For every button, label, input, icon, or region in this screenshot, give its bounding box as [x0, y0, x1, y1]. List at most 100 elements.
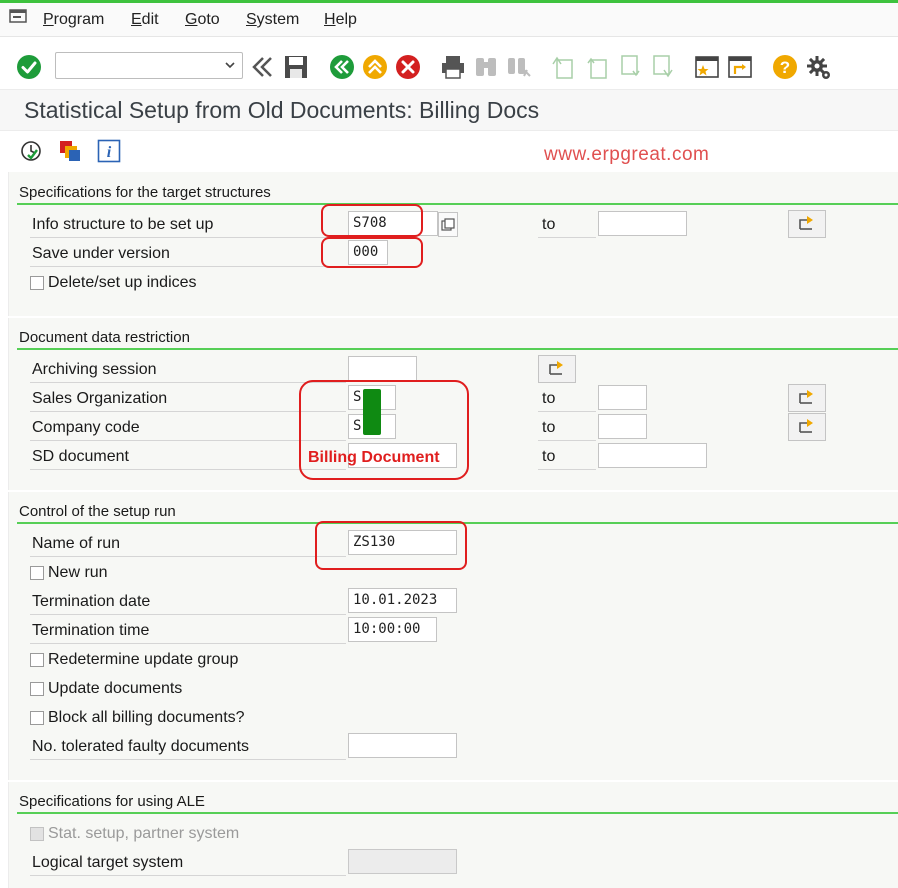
command-field[interactable]: [55, 52, 243, 79]
group-ale-divider: [17, 812, 898, 814]
copy-icon[interactable]: [438, 212, 458, 237]
menu-window-icon[interactable]: [9, 9, 27, 23]
svg-text:?: ?: [780, 58, 790, 77]
partner-system-checkbox: [30, 827, 44, 841]
termination-date-label: Termination date: [32, 593, 151, 610]
termination-time-input[interactable]: 10:00:00: [348, 617, 437, 642]
next-page-icon: [618, 54, 642, 80]
billing-document-annotation: Billing Document: [308, 449, 440, 466]
label-underline: [538, 237, 596, 238]
info-structure-to-input[interactable]: [598, 211, 687, 236]
previous-page-icon: [585, 54, 609, 80]
print-icon[interactable]: [440, 54, 466, 80]
sales-org-to-input[interactable]: [598, 385, 647, 410]
find-next-icon: [505, 54, 531, 80]
sales-org-to-label: to: [542, 390, 556, 407]
svg-text:i: i: [107, 144, 112, 161]
watermark-text: www.erpgreat.com: [544, 144, 710, 165]
title-bar: Statistical Setup from Old Documents: Bi…: [0, 89, 898, 131]
version-label: Save under version: [32, 245, 170, 262]
redetermine-checkbox[interactable]: [30, 653, 44, 667]
page-title: Statistical Setup from Old Documents: Bi…: [24, 97, 540, 123]
highlight-info-structure: [321, 204, 423, 237]
group-target-title: Specifications for the target structures: [19, 184, 271, 201]
group-control-title: Control of the setup run: [19, 503, 176, 520]
label-underline: [30, 382, 346, 383]
logical-target-input: [348, 849, 457, 874]
update-documents-checkbox[interactable]: [30, 682, 44, 696]
create-session-icon[interactable]: [694, 54, 720, 80]
new-run-checkbox[interactable]: [30, 566, 44, 580]
multiple-selection-icon: [797, 213, 817, 236]
double-chevron-left-icon[interactable]: [251, 55, 275, 79]
sd-document-to-input[interactable]: [598, 443, 707, 468]
company-code-to-label: to: [542, 419, 556, 436]
find-icon: [473, 54, 499, 80]
execute-icon[interactable]: [19, 139, 43, 163]
label-underline: [30, 759, 346, 760]
sd-document-to-label: to: [542, 448, 556, 465]
shortcut-icon[interactable]: [727, 54, 753, 80]
highlight-version: [321, 237, 423, 268]
multiple-selection-icon: [547, 358, 567, 381]
info-icon[interactable]: i: [97, 139, 121, 163]
menu-edit[interactable]: Edit: [131, 11, 159, 29]
partner-system-label: Stat. setup, partner system: [48, 825, 240, 842]
menu-help[interactable]: Help: [324, 11, 357, 29]
label-underline: [30, 266, 346, 267]
variants-icon[interactable]: [58, 139, 82, 163]
label-underline: [538, 469, 596, 470]
settings-gear-icon[interactable]: [805, 54, 833, 82]
info-structure-label: Info structure to be set up: [32, 216, 214, 233]
archiving-input[interactable]: [348, 356, 417, 381]
tolerated-faulty-label: No. tolerated faulty documents: [32, 738, 250, 755]
last-page-icon: [650, 54, 674, 80]
company-code-multiple-selection-button[interactable]: [788, 413, 826, 441]
label-underline: [538, 411, 596, 412]
label-underline: [538, 440, 596, 441]
archiving-multiple-selection-button[interactable]: [538, 355, 576, 383]
highlight-run-name: [315, 521, 467, 570]
company-code-to-input[interactable]: [598, 414, 647, 439]
archiving-label: Archiving session: [32, 361, 157, 378]
info-structure-to-label: to: [542, 216, 556, 233]
label-underline: [30, 556, 346, 557]
group-restriction-divider: [17, 348, 898, 350]
logical-target-label: Logical target system: [32, 854, 184, 871]
block-billing-checkbox[interactable]: [30, 711, 44, 725]
new-run-label: New run: [48, 564, 108, 581]
group-target-divider: [17, 203, 898, 205]
label-underline: [30, 237, 346, 238]
termination-time-label: Termination time: [32, 622, 150, 639]
termination-date-input[interactable]: 10.01.2023: [348, 588, 457, 613]
termination-date-value: 10.01.2023: [353, 592, 438, 608]
label-underline: [30, 875, 346, 876]
cancel-icon[interactable]: [395, 54, 421, 80]
menu-program[interactable]: Program: [43, 11, 104, 29]
chevron-down-icon[interactable]: [224, 56, 236, 77]
redetermine-label: Redetermine update group: [48, 651, 239, 668]
menu-system[interactable]: System: [246, 11, 299, 29]
help-icon[interactable]: ?: [772, 54, 798, 80]
delete-indices-label: Delete/set up indices: [48, 274, 197, 291]
multiple-selection-icon: [797, 387, 817, 410]
menu-goto[interactable]: Goto: [185, 11, 220, 29]
enter-check-icon[interactable]: [16, 54, 42, 80]
sd-document-label: SD document: [32, 448, 129, 465]
label-underline: [30, 643, 346, 644]
system-toolbar: ?: [0, 37, 898, 89]
save-icon[interactable]: [283, 54, 309, 80]
label-underline: [30, 614, 346, 615]
group-target-structures: Specifications for the target structures: [8, 172, 898, 316]
tolerated-faulty-input[interactable]: [348, 733, 457, 758]
group-restriction-title: Document data restriction: [19, 329, 190, 346]
info-structure-multiple-selection-button[interactable]: [788, 210, 826, 238]
sales-org-multiple-selection-button[interactable]: [788, 384, 826, 412]
sales-org-label: Sales Organization: [32, 390, 168, 407]
first-page-icon: [551, 54, 575, 80]
termination-time-value: 10:00:00: [353, 621, 421, 637]
exit-icon[interactable]: [362, 54, 388, 80]
delete-indices-checkbox[interactable]: [30, 276, 44, 290]
back-icon[interactable]: [329, 54, 355, 80]
menu-bar: Program Edit Goto System Help: [0, 3, 898, 37]
